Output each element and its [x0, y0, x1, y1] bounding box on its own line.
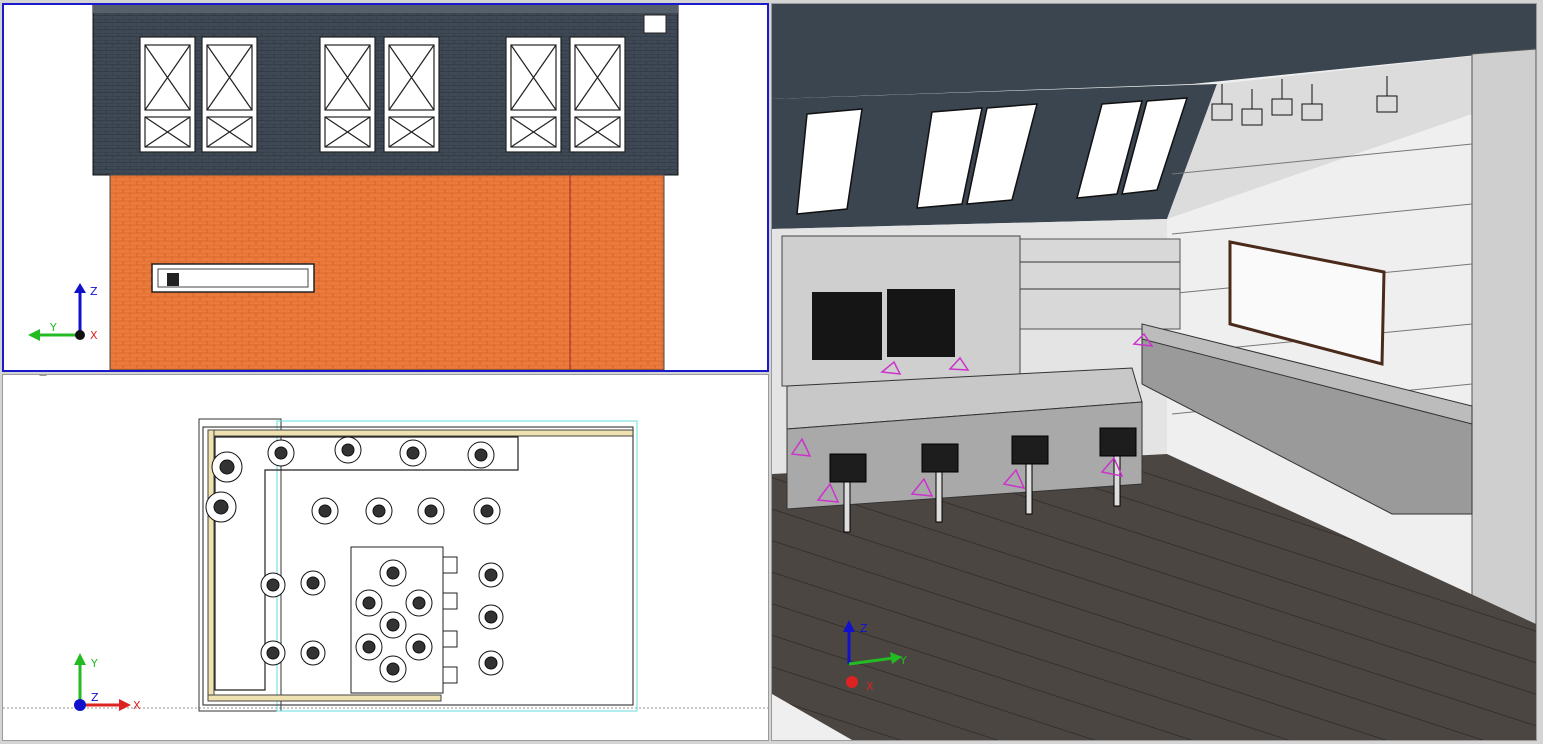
plan-viewport[interactable]: Y X Z: [2, 374, 769, 741]
floor-plan-drawing: Y X Z: [3, 375, 768, 712]
axis-gizmo: Y X Z: [74, 653, 141, 712]
perspective-render: Z Y X: [772, 4, 1536, 740]
ground-window: [151, 263, 315, 293]
axis-label-x: X: [133, 699, 141, 712]
front-elevation-viewport[interactable]: Z Y X: [2, 3, 769, 372]
axis-label-z: Z: [91, 691, 99, 704]
axis-label-y: Y: [899, 654, 907, 667]
perspective-viewport[interactable]: Z Y X: [771, 3, 1537, 741]
axis-label-y: Y: [49, 321, 57, 334]
axis-label-x: X: [866, 680, 874, 693]
axis-label-y: Y: [90, 657, 98, 670]
axis-label-z: Z: [860, 622, 868, 635]
axis-gizmo: Z Y X: [28, 283, 98, 342]
front-elevation-drawing: Z Y X: [28, 5, 679, 370]
axis-label-x: X: [90, 329, 98, 342]
axis-label-z: Z: [90, 285, 98, 298]
